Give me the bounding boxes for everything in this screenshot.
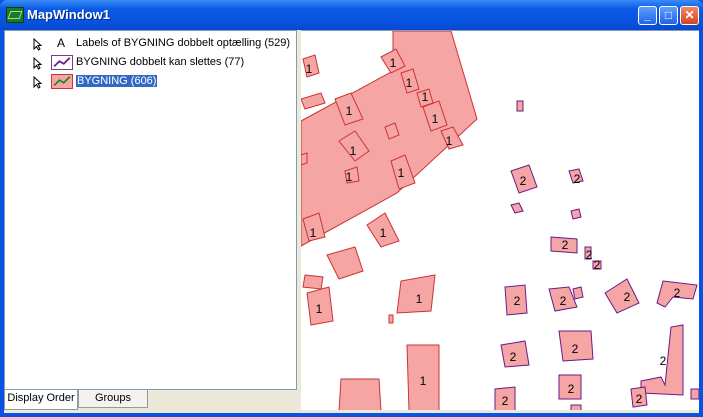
label-layer-icon: A xyxy=(57,36,66,50)
building-label: 1 xyxy=(406,76,413,90)
cursor-arrow-icon xyxy=(33,57,43,70)
building-label: 2 xyxy=(574,172,581,186)
building-label: 1 xyxy=(398,166,405,180)
building-label: 2 xyxy=(624,290,631,304)
close-button[interactable]: ✕ xyxy=(680,6,699,25)
building[interactable] xyxy=(302,274,324,290)
building[interactable] xyxy=(301,152,308,166)
client-area: A Labels of BYGNING dobbelt optælling (5… xyxy=(4,30,699,413)
building[interactable] xyxy=(326,246,364,280)
legend-item-label-selected: BYGNING (606) xyxy=(76,75,158,87)
building-label: 1 xyxy=(446,134,453,148)
building[interactable] xyxy=(572,286,584,300)
building[interactable] xyxy=(570,404,582,410)
legend-panel: A Labels of BYGNING dobbelt optælling (5… xyxy=(4,30,297,390)
legend-item-label: Labels of BYGNING dobbelt optælling (529… xyxy=(76,37,291,49)
tab-display-order[interactable]: Display Order xyxy=(4,390,78,410)
building[interactable] xyxy=(690,388,699,400)
building-label: 2 xyxy=(660,354,667,368)
building-label: 1 xyxy=(310,226,317,240)
building[interactable] xyxy=(301,92,326,110)
building-label: 2 xyxy=(572,342,579,356)
cursor-arrow-icon xyxy=(33,76,43,89)
building-label: 1 xyxy=(380,226,387,240)
building-label: 2 xyxy=(502,394,509,408)
building-label: 1 xyxy=(316,302,323,316)
window-title: MapWindow1 xyxy=(27,7,110,22)
building-label: 2 xyxy=(586,248,593,262)
minimize-button[interactable]: _ xyxy=(638,6,657,25)
window-border-bottom xyxy=(0,413,703,417)
building-label: 1 xyxy=(422,90,429,104)
building-label: 1 xyxy=(350,144,357,158)
tab-groups[interactable]: Groups xyxy=(78,390,148,408)
legend-tab-strip: Display Order Groups xyxy=(4,390,297,410)
cursor-arrow-icon xyxy=(33,38,43,51)
map-canvas[interactable]: 1 1 1 1 1 1 1 1 1 1 1 1 1 1 1 2 2 2 2 2 xyxy=(301,30,699,410)
polygon-layer-icon[interactable] xyxy=(51,74,73,89)
map-app-icon xyxy=(6,7,24,23)
building[interactable] xyxy=(516,100,524,112)
building-label: 2 xyxy=(636,392,643,406)
maximize-button[interactable]: □ xyxy=(659,6,678,25)
building-label: 2 xyxy=(560,294,567,308)
building-label: 2 xyxy=(562,238,569,252)
building-label: 2 xyxy=(568,382,575,396)
building-label: 1 xyxy=(416,292,423,306)
building-label: 1 xyxy=(346,170,353,184)
building-label: 2 xyxy=(514,294,521,308)
building-label: 1 xyxy=(346,104,353,118)
legend-row-duplicates[interactable]: BYGNING dobbelt kan slettes (77) xyxy=(5,54,295,72)
building-label: 2 xyxy=(674,286,681,300)
building-label: 2 xyxy=(510,350,517,364)
building[interactable] xyxy=(388,314,394,324)
legend-row-labels[interactable]: A Labels of BYGNING dobbelt optælling (5… xyxy=(5,35,295,53)
title-bar[interactable]: MapWindow1 _ □ ✕ xyxy=(0,0,703,30)
building-label: 1 xyxy=(432,112,439,126)
duplicate-buildings-group xyxy=(494,100,699,410)
line-layer-icon[interactable] xyxy=(51,55,73,70)
building[interactable] xyxy=(510,202,524,214)
building[interactable] xyxy=(604,278,640,314)
window-border-right xyxy=(699,30,703,417)
building[interactable] xyxy=(570,208,582,220)
building-label: 2 xyxy=(594,258,601,272)
building-label: 1 xyxy=(306,62,313,76)
building-label: 2 xyxy=(520,174,527,188)
map-svg[interactable]: 1 1 1 1 1 1 1 1 1 1 1 1 1 1 1 2 2 2 2 2 xyxy=(301,31,699,410)
building[interactable] xyxy=(338,378,382,410)
legend-row-bygning[interactable]: BYGNING (606) xyxy=(5,73,295,91)
building-label: 1 xyxy=(390,56,397,70)
legend-item-label: BYGNING dobbelt kan slettes (77) xyxy=(76,56,245,68)
building-label: 1 xyxy=(420,374,427,388)
